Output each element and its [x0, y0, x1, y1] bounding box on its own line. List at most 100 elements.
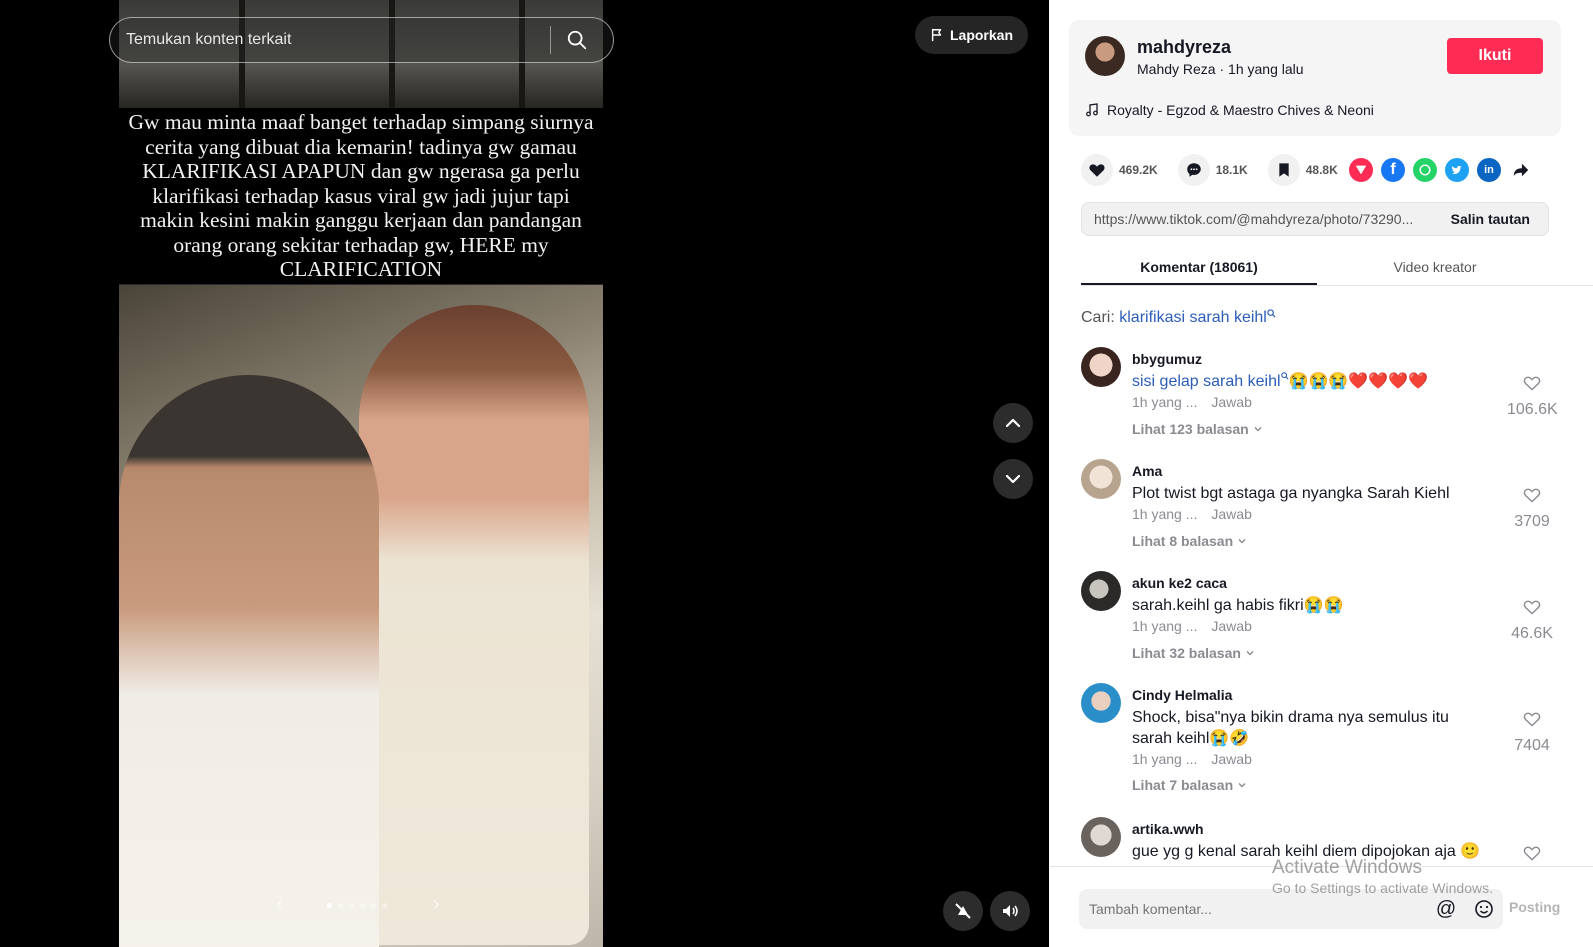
author-username[interactable]: mahdyreza [1137, 37, 1231, 58]
comment-time: 1h yang ... [1132, 506, 1198, 522]
tab-comments[interactable]: Komentar (18061) [1081, 250, 1317, 285]
comment-keyword-link[interactable]: sisi gelap sarah keihl [1132, 373, 1281, 390]
slide-dot[interactable] [327, 903, 332, 908]
chevron-down-icon [1238, 783, 1246, 788]
search-suggestion-keyword[interactable]: klarifikasi sarah keihl [1119, 309, 1267, 326]
comment-like[interactable]: 7404 [1507, 709, 1557, 755]
heart-icon [1081, 154, 1113, 186]
linkedin-icon[interactable]: in [1477, 158, 1501, 182]
photo-slide[interactable]: Gw mau minta maaf banget terhadap simpan… [119, 0, 603, 947]
facebook-icon[interactable]: f [1381, 158, 1405, 182]
comment-username[interactable]: bbygumuz [1132, 351, 1202, 367]
reply-button[interactable]: Jawab [1211, 506, 1251, 522]
comment-username[interactable]: artika.wwh [1132, 821, 1204, 837]
comment-like-count: 46.6K [1511, 625, 1553, 642]
comment-stat[interactable]: 18.1K [1177, 154, 1248, 186]
comment-username[interactable]: Ama [1132, 463, 1162, 479]
save-stat[interactable]: 48.8K [1267, 154, 1338, 186]
comment-like[interactable] [1507, 843, 1557, 863]
reply-button[interactable]: Jawab [1211, 394, 1251, 410]
search-suggestion[interactable]: Cari: klarifikasi sarah keihl [1081, 309, 1276, 327]
tab-creator-videos[interactable]: Video kreator [1317, 250, 1553, 285]
view-replies-button[interactable]: Lihat 123 balasan [1132, 421, 1263, 437]
post-comment-button[interactable]: Posting [1509, 899, 1560, 915]
commenter-avatar[interactable] [1081, 817, 1121, 857]
twitter-icon[interactable] [1445, 158, 1469, 182]
scroll-up-button[interactable] [993, 403, 1033, 443]
comment-item: akun ke2 caca sarah.keihl ga habis fikri… [1081, 567, 1579, 679]
comment-like-count: 106.6K [1507, 401, 1558, 418]
whatsapp-icon[interactable] [1413, 158, 1437, 182]
comment-meta: 1h yang ... Jawab [1132, 618, 1252, 634]
send-to-friend-icon[interactable] [1349, 158, 1373, 182]
author-avatar[interactable] [1085, 36, 1125, 76]
follow-button[interactable]: Ikuti [1447, 38, 1543, 74]
comment-item: Cindy Helmalia Shock, bisa"nya bikin dra… [1081, 679, 1579, 813]
scroll-down-button[interactable] [993, 459, 1033, 499]
volume-button[interactable] [990, 891, 1030, 931]
related-search-bar [109, 17, 614, 63]
view-replies-button[interactable]: Lihat 8 balasan [1132, 533, 1247, 549]
comment-time: 1h yang ... [1132, 618, 1198, 634]
reply-button[interactable]: Jawab [1211, 618, 1251, 634]
view-replies-button[interactable]: Lihat 7 balasan [1132, 777, 1247, 793]
chevron-down-icon [1238, 539, 1246, 544]
comment-like[interactable]: 3709 [1507, 485, 1557, 531]
comment-username[interactable]: akun ke2 caca [1132, 575, 1227, 591]
chevron-up-icon [1005, 418, 1021, 428]
music-link[interactable]: Royalty - Egzod & Maestro Chives & Neoni [1085, 102, 1374, 118]
slide-dot[interactable] [371, 903, 376, 908]
reply-button[interactable]: Jawab [1211, 751, 1251, 767]
view-replies-label: Lihat 123 balasan [1132, 421, 1249, 437]
activate-windows-title: Activate Windows [1272, 857, 1422, 878]
search-button[interactable] [551, 17, 603, 63]
music-title: Royalty - Egzod & Maestro Chives & Neoni [1107, 102, 1374, 118]
comment-text: Plot twist bgt astaga ga nyangka Sarah K… [1132, 485, 1450, 502]
chevron-down-icon [1246, 651, 1254, 656]
chevron-down-icon [1254, 427, 1262, 432]
comment-like[interactable]: 106.6K [1507, 373, 1558, 419]
no-float-icon [955, 903, 971, 919]
commenter-avatar[interactable] [1081, 571, 1121, 611]
man-figure [119, 375, 379, 947]
comment-input[interactable] [1079, 901, 1427, 917]
search-input[interactable] [110, 31, 550, 49]
commenter-avatar[interactable] [1081, 683, 1121, 723]
search-icon [1280, 372, 1289, 380]
comment-like[interactable]: 46.6K [1507, 597, 1557, 643]
view-replies-button[interactable]: Lihat 32 balasan [1132, 645, 1255, 661]
share-arrow-icon[interactable] [1509, 158, 1533, 182]
slide-dot[interactable] [360, 903, 365, 908]
photo-caption: Gw mau minta maaf banget terhadap simpan… [119, 108, 603, 284]
search-icon [1267, 309, 1276, 318]
copy-link-button[interactable]: Salin tautan [1433, 211, 1548, 227]
slide-dot[interactable] [382, 903, 387, 908]
slide-dot[interactable] [349, 903, 354, 908]
mute-stream-button[interactable] [943, 891, 983, 931]
commenter-avatar[interactable] [1081, 347, 1121, 387]
side-panel: mahdyreza Mahdy Reza · 1h yang lalu Ikut… [1049, 0, 1593, 947]
woman-figure [359, 305, 589, 945]
mention-icon[interactable]: @ [1427, 898, 1465, 921]
share-link-box: https://www.tiktok.com/@mahdyreza/photo/… [1081, 202, 1549, 236]
like-stat[interactable]: 469.2K [1081, 154, 1158, 186]
comment-time: 1h yang ... [1132, 751, 1198, 767]
video-viewer: Gw mau minta maaf banget terhadap simpan… [0, 0, 1049, 947]
comment-item: bbygumuz sisi gelap sarah keihl 😭😭😭❤️❤️❤️… [1081, 343, 1579, 455]
view-replies-label: Lihat 32 balasan [1132, 645, 1241, 661]
prev-slide-button[interactable]: ‹ [276, 893, 283, 916]
heart-outline-icon [1523, 846, 1541, 861]
slide-dot[interactable] [338, 903, 343, 908]
comment-text: sarah.keihl ga habis fikri😭😭 [1132, 596, 1472, 617]
emoji-icon[interactable] [1465, 899, 1503, 919]
comment-item: Ama Plot twist bgt astaga ga nyangka Sar… [1081, 455, 1579, 567]
view-replies-label: Lihat 7 balasan [1132, 777, 1234, 793]
engagement-stats: 469.2K 18.1K 48.8K [1081, 154, 1358, 186]
next-slide-button[interactable]: › [433, 893, 440, 916]
commenter-avatar[interactable] [1081, 459, 1121, 499]
author-subtitle: Mahdy Reza · 1h yang lalu [1137, 61, 1304, 77]
report-button[interactable]: Laporkan [915, 16, 1028, 54]
share-link-url[interactable]: https://www.tiktok.com/@mahdyreza/photo/… [1082, 211, 1433, 227]
save-count: 48.8K [1305, 163, 1338, 177]
comment-username[interactable]: Cindy Helmalia [1132, 687, 1232, 703]
